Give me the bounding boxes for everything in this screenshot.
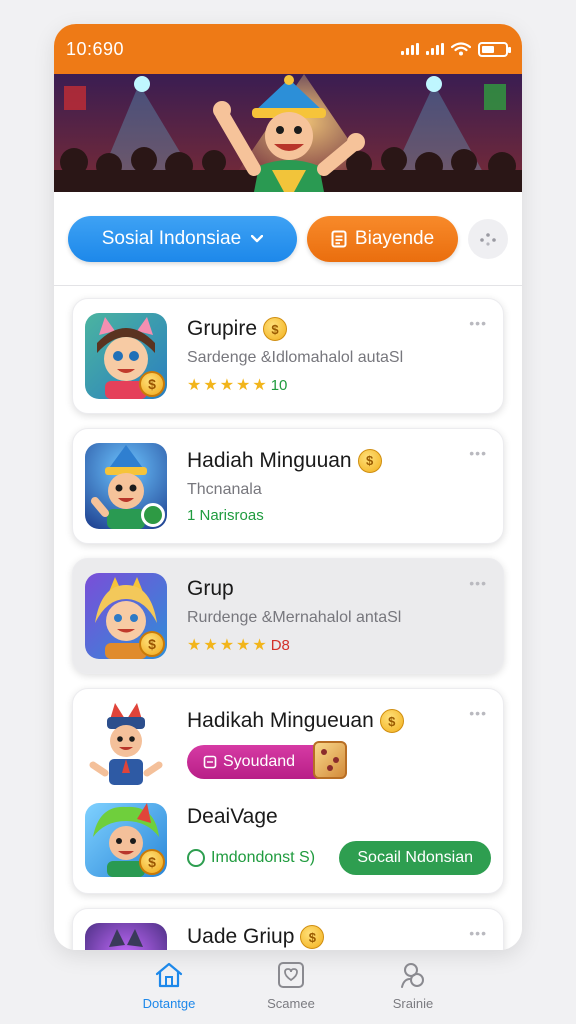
join-group-button[interactable]: Socail Ndonsian — [339, 841, 491, 875]
whatsapp-icon — [187, 849, 205, 867]
item-sub-title: DeaiVage — [187, 805, 278, 828]
ticket-icon — [203, 755, 217, 769]
nav-people[interactable]: Srainie — [383, 958, 443, 1024]
item-subtitle: Thcnanala — [187, 480, 262, 498]
coin-icon: $ — [379, 709, 404, 733]
nav-home[interactable]: Dotantge — [139, 958, 199, 1024]
dice-icon — [313, 741, 348, 779]
item-tag-label: Syoudand — [223, 753, 296, 770]
star-icon: ★ — [187, 377, 202, 394]
item-thumbnail — [85, 701, 167, 787]
whatsapp-badge-icon — [141, 503, 165, 527]
status-bar: 10:690 — [54, 24, 522, 74]
coin-badge-icon: $ — [139, 371, 165, 397]
item-thumbnail: $ — [85, 573, 167, 659]
coin-badge-icon: $ — [139, 849, 165, 875]
item-rating: ★ ★ ★ ★ ★ 10 — [187, 375, 491, 395]
people-icon — [401, 963, 424, 988]
status-icons — [401, 41, 511, 57]
coin-icon: $ — [263, 317, 288, 341]
list-item[interactable]: Uade Griup $ ••• — [72, 908, 504, 950]
list-item[interactable]: $ Grupire $ Sardenge &Idlomahalol autaSl… — [72, 298, 504, 414]
filter-bar: Sosial Indonsiae Biayende — [54, 192, 522, 286]
bottom-nav: Dotantge Scamee Srainie — [0, 958, 576, 1024]
star-icon: ★ — [236, 377, 251, 394]
star-icon: ★ — [219, 637, 235, 654]
coin-badge-icon: $ — [139, 631, 165, 657]
star-icon: ★ — [219, 377, 235, 394]
category-dropdown[interactable]: Sosial Indonsiae — [68, 215, 297, 262]
group-list: $ Grupire $ Sardenge &Idlomahalol autaSl… — [54, 286, 522, 950]
wifi-icon — [451, 42, 471, 56]
chat-icon — [278, 962, 304, 988]
home-icon — [155, 962, 183, 988]
item-title: Grup — [187, 577, 234, 600]
star-icon: ★ — [187, 637, 202, 654]
item-more-icon[interactable]: ••• — [469, 315, 487, 331]
more-options-button[interactable] — [468, 218, 508, 259]
star-icon: ★ — [203, 377, 218, 394]
item-subtitle: Rurdenge &Mernahalol antaSl — [187, 609, 402, 626]
list-item[interactable]: $ Grup Rurdenge &Mernahalol antaSl ★ ★ ★… — [72, 558, 504, 674]
item-sub-status: Imdondonst S) — [187, 849, 315, 867]
status-time: 10:690 — [66, 38, 125, 59]
signal-secondary-icon — [426, 43, 444, 55]
item-title: Uade Griup — [187, 925, 295, 948]
rating-value: D8 — [270, 636, 290, 654]
item-status: 1 Narisroas — [187, 506, 264, 524]
dots-icon — [480, 232, 496, 246]
coin-icon: $ — [357, 448, 382, 473]
star-icon: ★ — [252, 637, 267, 654]
item-more-icon[interactable]: ••• — [469, 575, 487, 591]
schedule-button-label: Biayende — [354, 227, 435, 249]
coin-icon: $ — [300, 925, 325, 949]
item-title: Hadiah Minguuan — [187, 448, 352, 472]
category-dropdown-label: Sosial Indonsiae — [101, 227, 242, 249]
item-title: Hadikah Mingueuan — [187, 709, 374, 732]
schedule-button[interactable]: Biayende — [306, 215, 459, 262]
item-tag[interactable]: Syoudand — [187, 741, 348, 779]
item-more-icon[interactable]: ••• — [469, 925, 487, 941]
battery-icon — [478, 41, 511, 57]
item-thumbnail — [85, 923, 167, 950]
signal-icon — [401, 43, 419, 55]
item-thumbnail: $ — [85, 313, 167, 399]
list-item[interactable]: Hadiah Minguuan $ Thcnanala 1 Narisroas … — [72, 428, 504, 544]
banner-illustration — [54, 74, 522, 192]
phone-frame: 10:690 Sosial Indonsiae Biayende $ Grupi… — [54, 24, 522, 950]
chevron-down-icon — [251, 234, 264, 242]
star-icon: ★ — [203, 637, 218, 654]
item-rating: ★ ★ ★ ★ ★ D8 — [187, 635, 491, 655]
item-sub-status-label: Imdondonst S) — [211, 849, 316, 866]
document-icon — [331, 230, 347, 247]
nav-home-label: Dotantge — [142, 996, 196, 1011]
star-icon: ★ — [236, 637, 251, 654]
item-title: Grupire — [187, 317, 258, 340]
nav-chat[interactable]: Scamee — [261, 958, 321, 1024]
rating-value: 10 — [270, 376, 288, 394]
nav-people-label: Srainie — [392, 996, 434, 1011]
star-icon: ★ — [252, 377, 267, 394]
list-item[interactable]: Hadikah Mingueuan $ Syoudand $ DeaiVage … — [72, 688, 504, 894]
item-sub-thumbnail: $ — [85, 803, 167, 877]
nav-chat-label: Scamee — [267, 996, 315, 1011]
item-thumbnail — [85, 443, 167, 529]
item-subtitle: Sardenge &Idlomahalol autaSl — [187, 349, 404, 366]
hero-banner — [54, 74, 522, 192]
item-more-icon[interactable]: ••• — [469, 705, 487, 721]
item-more-icon[interactable]: ••• — [469, 445, 487, 461]
